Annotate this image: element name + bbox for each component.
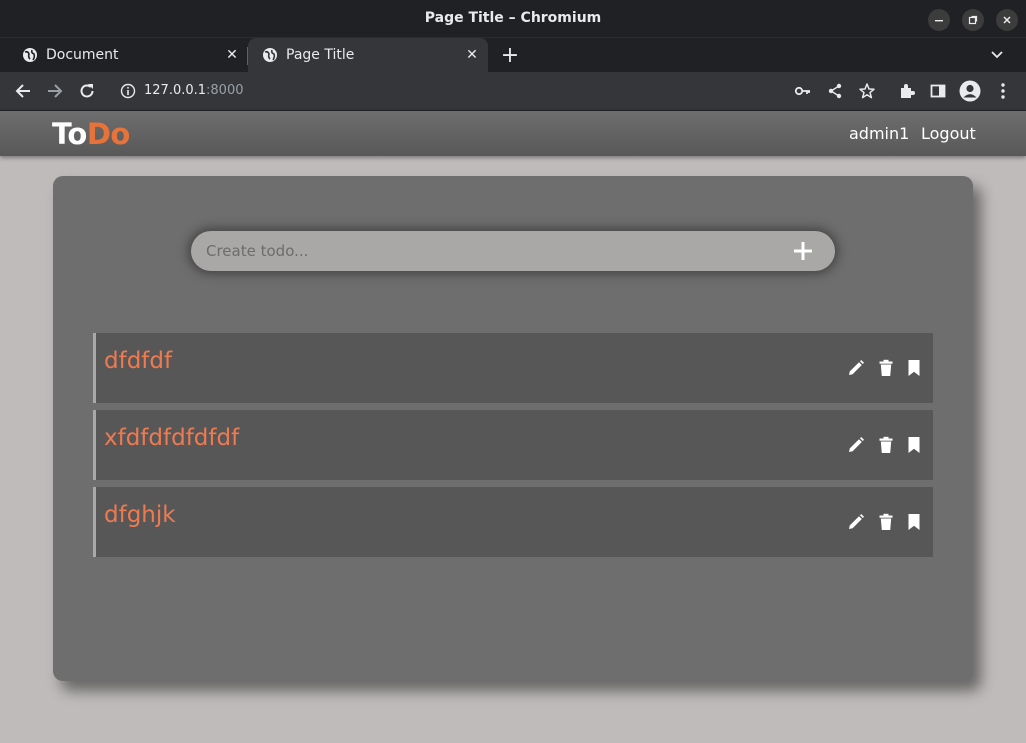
pencil-icon (849, 514, 864, 529)
close-window-button[interactable] (996, 9, 1018, 31)
pencil-icon (849, 360, 864, 375)
arrow-left-icon (15, 84, 30, 98)
globe-icon (22, 47, 38, 63)
reload-icon (80, 84, 94, 98)
puzzle-icon (901, 84, 915, 98)
tab-close-icon[interactable]: ✕ (462, 45, 482, 65)
star-icon (859, 83, 875, 99)
app-logo[interactable]: ToDo (52, 117, 130, 151)
tab-search-button[interactable] (986, 43, 1008, 67)
tab-label: Page Title (286, 47, 355, 63)
bookmark-button[interactable] (904, 512, 924, 532)
bookmark-star-button[interactable] (855, 79, 879, 103)
url-host: 127.0.0.1 (144, 83, 207, 98)
window-title: Page Title – Chromium (424, 10, 602, 26)
trash-icon (879, 513, 893, 530)
tab-document[interactable]: Document ✕ (8, 38, 248, 72)
logout-link[interactable]: Logout (921, 124, 976, 143)
url-text: 127.0.0.1:8000 (144, 83, 244, 98)
avatar-icon (959, 80, 981, 102)
edit-button[interactable] (846, 358, 866, 378)
todo-text: dfghjk (104, 502, 176, 528)
tab-page-title[interactable]: Page Title ✕ (248, 38, 488, 72)
more-vert-icon (1001, 83, 1005, 99)
todo-item: dfghjk (93, 487, 933, 557)
close-icon (1003, 16, 1011, 24)
add-todo-button[interactable] (789, 237, 817, 265)
back-button[interactable] (11, 79, 35, 103)
plus-icon (794, 242, 812, 260)
maximize-button[interactable] (962, 9, 984, 31)
share-icon (828, 83, 842, 99)
window-titlebar: Page Title – Chromium (0, 0, 1026, 38)
bookmark-icon (908, 514, 920, 530)
todo-card: dfdfdf xfdfdfdfdfdf dfghjk (53, 176, 973, 681)
url-port: :8000 (206, 83, 244, 98)
logo-do: Do (86, 117, 131, 151)
info-icon (120, 83, 136, 99)
user-link[interactable]: admin1 (849, 124, 909, 143)
create-todo-bar (191, 231, 835, 271)
create-todo-input[interactable] (206, 231, 766, 271)
todo-item: dfdfdf (93, 333, 933, 403)
forward-button[interactable] (43, 79, 67, 103)
app-navbar: ToDo admin1 Logout (0, 111, 1026, 156)
globe-icon (262, 47, 278, 63)
trash-icon (879, 359, 893, 376)
bookmark-icon (908, 437, 920, 453)
pencil-icon (849, 437, 864, 452)
minimize-button[interactable] (928, 9, 950, 31)
new-tab-button[interactable]: + (498, 43, 522, 68)
browser-toolbar: 127.0.0.1:8000 (0, 72, 1026, 111)
edit-button[interactable] (846, 435, 866, 455)
delete-button[interactable] (876, 435, 896, 455)
todo-text: dfdfdf (104, 348, 173, 374)
key-icon (794, 86, 810, 96)
reload-button[interactable] (75, 79, 99, 103)
todo-item: xfdfdfdfdfdf (93, 410, 933, 480)
delete-button[interactable] (876, 512, 896, 532)
arrow-right-icon (48, 84, 63, 98)
bookmark-button[interactable] (904, 358, 924, 378)
address-bar[interactable]: 127.0.0.1:8000 (108, 76, 888, 106)
side-panel-icon (930, 84, 946, 98)
menu-button[interactable] (991, 79, 1015, 103)
logo-to: To (52, 117, 87, 151)
todo-text: xfdfdfdfdfdf (104, 425, 240, 451)
edit-button[interactable] (846, 512, 866, 532)
minimize-icon (935, 20, 943, 22)
profile-button[interactable] (958, 79, 982, 103)
bookmark-icon (908, 360, 920, 376)
restore-icon (968, 15, 978, 25)
tab-close-icon[interactable]: ✕ (222, 45, 242, 65)
bookmark-button[interactable] (904, 435, 924, 455)
trash-icon (879, 436, 893, 453)
delete-button[interactable] (876, 358, 896, 378)
tab-label: Document (46, 47, 119, 63)
extensions-button[interactable] (895, 79, 919, 103)
password-key-button[interactable] (791, 79, 815, 103)
share-button[interactable] (823, 79, 847, 103)
side-panel-button[interactable] (926, 79, 950, 103)
chevron-down-icon (991, 51, 1003, 59)
tab-strip: Document ✕ Page Title ✕ + (0, 38, 1026, 72)
